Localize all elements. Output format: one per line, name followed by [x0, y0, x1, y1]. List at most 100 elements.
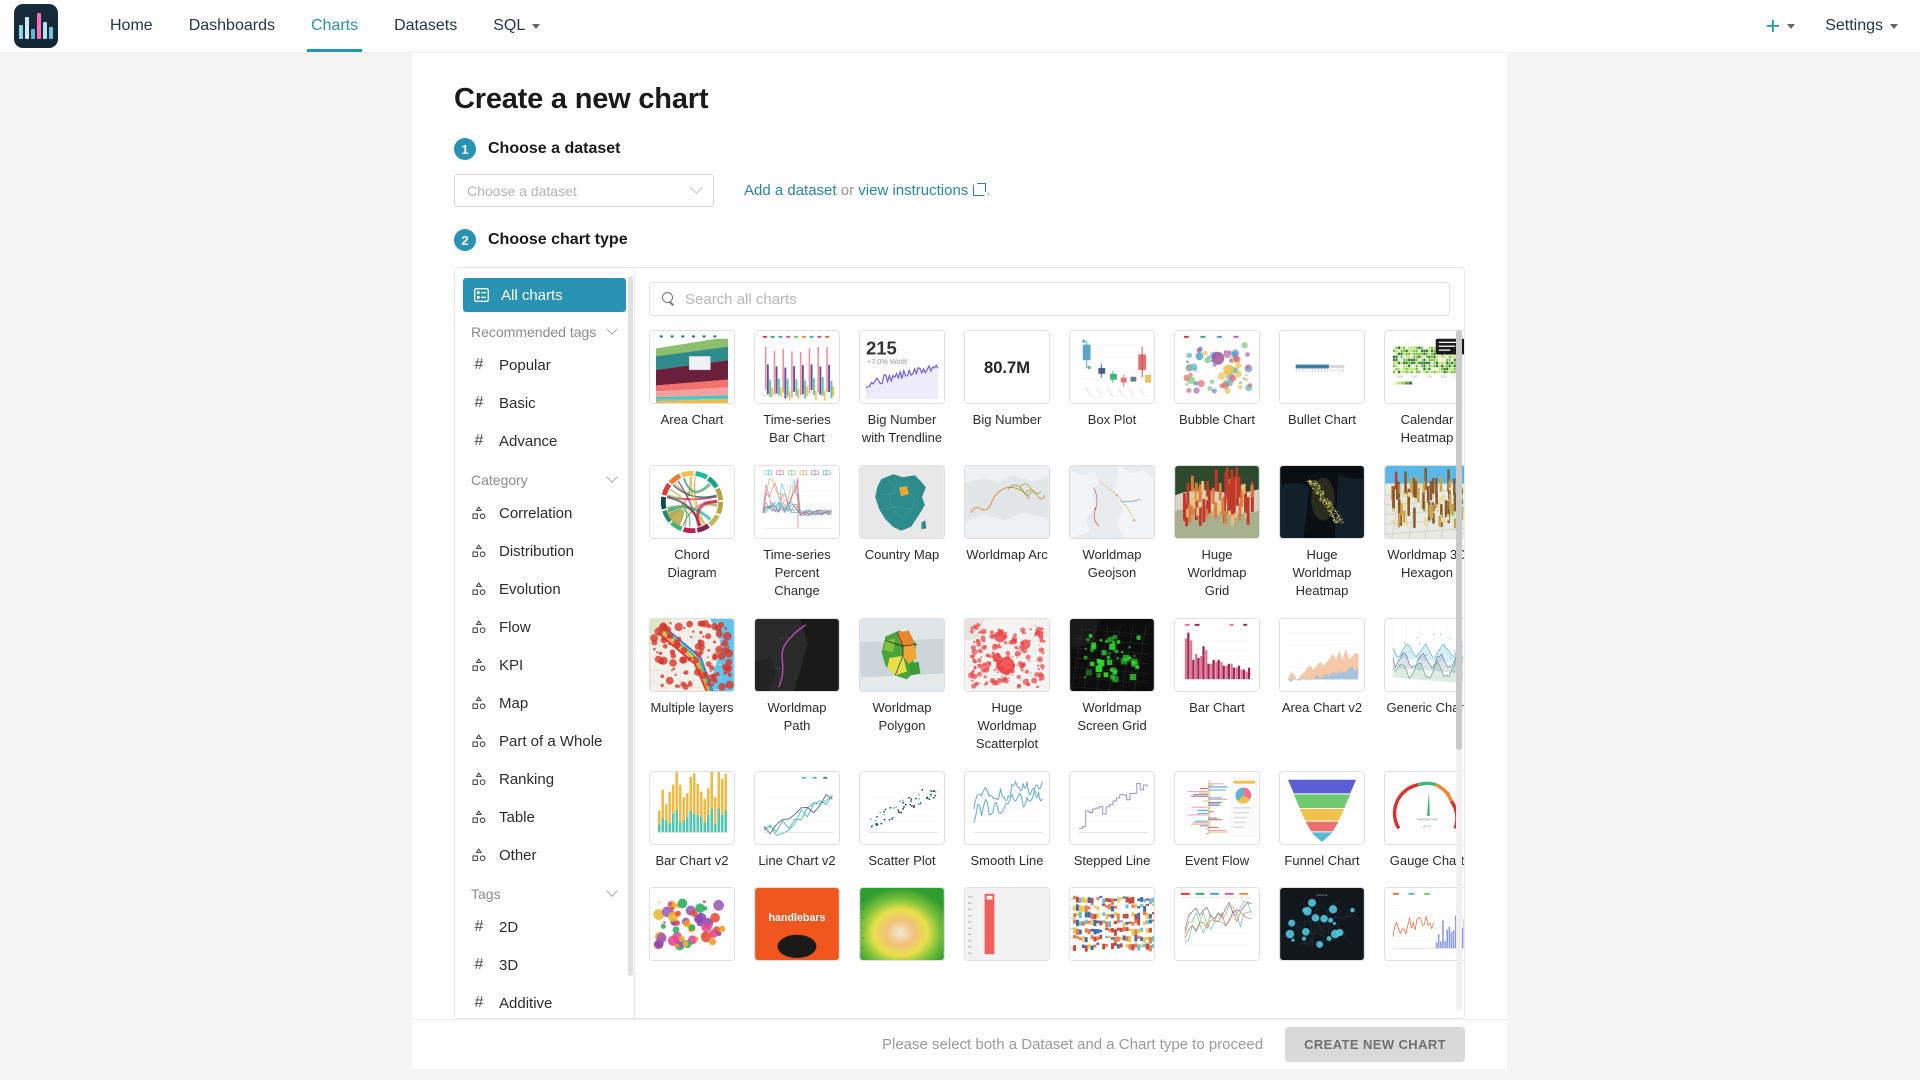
chart-type-tile[interactable]: Country Map: [859, 464, 945, 600]
superset-logo-icon[interactable]: [14, 4, 58, 48]
view-instructions-link[interactable]: view instructions: [858, 182, 968, 199]
sidebar-item-kpi[interactable]: KPI: [455, 646, 634, 684]
chart-type-tile[interactable]: Worldmap Screen Grid: [1069, 617, 1155, 753]
chart-type-label: Chord Diagram: [667, 546, 717, 580]
chart-type-tile[interactable]: Bar Chart v2: [649, 770, 735, 870]
sidebar-item-2d[interactable]: # 2D: [455, 908, 634, 946]
chart-search-box[interactable]: Search all charts: [649, 282, 1450, 316]
chart-type-tile[interactable]: Worldmap Arc: [964, 464, 1050, 600]
chart-type-tile[interactable]: [649, 887, 735, 968]
chart-thumbnail-generic: [1384, 617, 1464, 692]
chart-type-tile[interactable]: Multiple layers: [649, 617, 735, 753]
chart-type-tile[interactable]: Bar Chart: [1174, 617, 1260, 753]
chart-type-tile[interactable]: Huge Worldmap Grid: [1174, 464, 1260, 600]
chart-type-tile[interactable]: 215 +7.0% WoW Big Number with Trendline: [859, 330, 945, 447]
main-nav: Home Dashboards Charts Datasets SQL: [92, 0, 558, 52]
chart-type-tile[interactable]: Bubble Chart: [1174, 330, 1260, 447]
chart-grid-scroll: Area Chart Time-series Bar Chart 215 +7.…: [649, 330, 1464, 1018]
nav-item-sql[interactable]: SQL: [475, 0, 558, 52]
add-dataset-link[interactable]: Add a dataset: [744, 182, 837, 199]
chart-type-tile[interactable]: Line Chart v2: [754, 770, 840, 870]
sidebar-item-ranking[interactable]: Ranking: [455, 760, 634, 798]
chart-thumbnail-line-multi: [1174, 887, 1260, 962]
chart-type-tile[interactable]: 80.7M Big Number: [964, 330, 1050, 447]
chart-type-tile[interactable]: item0item1item2item3item4item5: [1069, 887, 1155, 968]
chart-type-label: Area Chart v2: [1281, 699, 1363, 715]
chart-search-placeholder: Search all charts: [685, 290, 797, 308]
chart-type-tile[interactable]: TEMPERATURE 24 °C 1435742 Gauge Chart: [1384, 770, 1464, 870]
chart-type-tile[interactable]: Chord Diagram: [649, 464, 735, 600]
chart-type-label: Worldmap Path: [767, 699, 827, 733]
sidebar-item-label: Correlation: [499, 504, 573, 522]
step-2-header: 2 Choose chart type: [454, 229, 1465, 251]
chart-type-tile[interactable]: [1384, 887, 1464, 968]
chart-thumbnail-multi-layer: [649, 617, 735, 692]
sidebar-item-popular[interactable]: # Popular: [455, 346, 634, 384]
chart-type-label: Time-series Percent Change: [763, 546, 831, 598]
sidebar-group-tags[interactable]: Tags: [455, 874, 634, 908]
chart-thumbnail-bignum: 80.7M: [964, 330, 1050, 404]
chart-type-tile[interactable]: Worldmap Geojson: [1069, 464, 1155, 600]
svg-text:TEMPERATURE: TEMPERATURE: [1416, 817, 1438, 821]
sidebar-item-part-of-a-whole[interactable]: Part of a Whole: [455, 722, 634, 760]
sidebar-item-flow[interactable]: Flow: [455, 608, 634, 646]
chart-type-tile[interactable]: 10:0011:0012:0013:0014:00 Calendar Heatm…: [1384, 330, 1464, 447]
nav-item-datasets[interactable]: Datasets: [376, 0, 475, 52]
sidebar-item-distribution[interactable]: Distribution: [455, 532, 634, 570]
sidebar-item-basic[interactable]: # Basic: [455, 384, 634, 422]
chart-type-tile[interactable]: Smooth Line: [964, 770, 1050, 870]
nav-item-dashboards[interactable]: Dashboards: [171, 0, 293, 52]
chart-type-tile[interactable]: 100 82 64 46 28 10: [859, 887, 945, 968]
dataset-select[interactable]: Choose a dataset: [454, 174, 714, 207]
chart-type-tile[interactable]: handlebars: [754, 887, 840, 968]
chart-type-tile[interactable]: Stepped Line: [1069, 770, 1155, 870]
chart-type-tile[interactable]: Box Plot: [1069, 330, 1155, 447]
chart-type-tile[interactable]: Time-series Bar Chart: [754, 330, 840, 447]
chart-type-tile[interactable]: Event Flow: [1174, 770, 1260, 870]
chart-type-tile[interactable]: Huge Worldmap Scatterplot: [964, 617, 1050, 753]
sidebar-item-map[interactable]: Map: [455, 684, 634, 722]
chart-thumbnail-event-flow: [1174, 770, 1260, 845]
chart-type-tile[interactable]: [1174, 887, 1260, 968]
chart-type-tile[interactable]: Bullet Chart: [1279, 330, 1365, 447]
chart-type-label: Worldmap Screen Grid: [1077, 699, 1147, 733]
chart-thumbnail-handlebars: handlebars: [754, 887, 840, 962]
chart-type-tile[interactable]: Generic Chart: [1384, 617, 1464, 753]
nav-item-home[interactable]: Home: [92, 0, 171, 52]
sidebar-item-advance[interactable]: # Advance: [455, 422, 634, 460]
sidebar-item-evolution[interactable]: Evolution: [455, 570, 634, 608]
svg-text:400: 400: [968, 935, 971, 937]
chart-type-tile[interactable]: Funnel Chart: [1279, 770, 1365, 870]
sidebar-item-correlation[interactable]: Correlation: [455, 494, 634, 532]
sidebar-item-all-charts[interactable]: All charts: [463, 278, 626, 312]
sidebar-group-category[interactable]: Category: [455, 460, 634, 494]
sidebar-item-table[interactable]: Table: [455, 798, 634, 836]
chart-type-tile[interactable]: San Francisco Oakland Worldmap Path: [754, 617, 840, 753]
category-icon: [471, 810, 487, 824]
svg-text:13:00: 13:00: [1441, 377, 1448, 379]
chart-thumbnail-wm-polygon: [859, 617, 945, 692]
chart-type-tile[interactable]: Network: [1279, 887, 1365, 968]
sidebar-item-label: Ranking: [499, 770, 555, 788]
nav-item-charts[interactable]: Charts: [293, 0, 376, 52]
chart-thumbnail-bubble: [1174, 330, 1260, 404]
sidebar-scrollbar[interactable]: [628, 276, 633, 976]
chart-type-tile[interactable]: Worldmap Polygon: [859, 617, 945, 753]
sidebar-group-recommended-tags[interactable]: Recommended tags: [455, 312, 634, 346]
chart-thumbnail-wm-path: San Francisco Oakland: [754, 617, 840, 692]
chart-type-tile[interactable]: Area Chart: [649, 330, 735, 447]
sidebar-item-additive[interactable]: # Additive: [455, 984, 634, 1018]
chart-grid-scrollbar[interactable]: [1456, 330, 1462, 750]
chart-type-tile[interactable]: 1000 900 800 700 600 500 400 300 200 100: [964, 887, 1050, 968]
settings-menu[interactable]: Settings: [1811, 17, 1898, 35]
create-new-chart-button[interactable]: CREATE NEW CHART: [1285, 1027, 1465, 1062]
sidebar-item-3d[interactable]: # 3D: [455, 946, 634, 984]
chart-type-tile[interactable]: Time-series Percent Change: [754, 464, 840, 600]
chart-type-tile[interactable]: Worldmap 3D Hexagon: [1384, 464, 1464, 600]
sidebar-item-other[interactable]: Other: [455, 836, 634, 874]
chart-type-tile[interactable]: Huge Worldmap Heatmap: [1279, 464, 1365, 600]
new-item-button[interactable]: +: [1750, 13, 1812, 39]
chart-type-tile[interactable]: Scatter Plot: [859, 770, 945, 870]
chart-type-label: Generic Chart: [1386, 699, 1464, 715]
chart-type-tile[interactable]: Area Chart v2: [1279, 617, 1365, 753]
